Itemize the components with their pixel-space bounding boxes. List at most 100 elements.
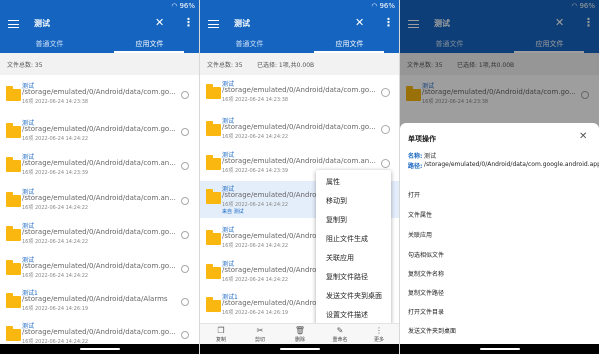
- folder-icon: [206, 189, 221, 204]
- folder-icon: [6, 293, 21, 308]
- list-item[interactable]: 测试 /storage/emulated/0/Android/data/com.…: [0, 78, 199, 115]
- folder-icon: [206, 297, 221, 312]
- action-check-similar[interactable]: 勾选相似文件: [408, 250, 444, 259]
- close-icon[interactable]: ✕: [355, 16, 364, 30]
- tab-app-files[interactable]: 应用文件: [100, 39, 199, 49]
- system-nav-bar: [400, 344, 599, 354]
- item-meta: 16项 2022-06-24 14:24:22: [22, 239, 89, 245]
- delete-button[interactable]: 🗑 删除: [285, 326, 315, 343]
- folder-icon: [6, 226, 21, 241]
- select-radio[interactable]: [381, 125, 390, 134]
- list-item[interactable]: 测试 /storage/emulated/0/Android/data/com.…: [0, 184, 199, 221]
- copy-button[interactable]: ❐ 复制: [206, 326, 236, 343]
- tab-normal-files[interactable]: 普通文件: [200, 39, 299, 49]
- action-send-to-desktop[interactable]: 发送文件夹到桌面: [408, 326, 456, 335]
- select-radio[interactable]: [381, 159, 390, 168]
- wifi-icon: ◠: [171, 2, 178, 10]
- search-text[interactable]: 测试: [34, 18, 50, 29]
- list-item[interactable]: 测试 /storage/emulated/0/Android/data/com.…: [200, 113, 399, 150]
- bottom-action-bar: ❐ 复制 ✂ 剪切 🗑 删除 ✎ 重命名 ⋮ 更多: [200, 323, 399, 344]
- select-radio[interactable]: [181, 265, 189, 273]
- cut-button[interactable]: ✂ 剪切: [245, 326, 275, 343]
- menu-item-copy-to[interactable]: 复制到: [326, 215, 347, 225]
- folder-icon: [6, 86, 21, 101]
- name-value: 测试: [424, 153, 437, 160]
- item-meta: 16项 2022-06-24 14:23:39: [22, 170, 89, 176]
- tab-app-files[interactable]: 应用文件: [300, 39, 399, 49]
- folder-icon: [206, 155, 221, 170]
- action-open[interactable]: 打开: [408, 190, 420, 199]
- menu-item-set-description[interactable]: 设置文件描述: [326, 310, 368, 320]
- menu-item-properties[interactable]: 属性: [326, 177, 340, 187]
- menu-icon[interactable]: [208, 20, 219, 28]
- item-meta: 16项 2022-06-24 14:24:22: [22, 205, 89, 211]
- status-bar: ◠ 96%: [200, 0, 399, 13]
- menu-item-send-to-desktop[interactable]: 发送文件夹到桌面: [326, 291, 382, 301]
- item-meta: 16项 2022-06-24 14:23:38: [22, 99, 89, 105]
- item-path: /storage/emulated/0/Android/data/com.go.…: [222, 123, 376, 131]
- panel-single-actions: ◠ 96% 测试 ✕ ⋮ 普通文件 应用文件 文件总数: 35 已选择: 1项,…: [400, 0, 599, 354]
- list-item[interactable]: 测试 /storage/emulated/0/Android/data/com.…: [0, 115, 199, 152]
- status-icons: ◠ 96%: [171, 2, 195, 10]
- action-copy-name[interactable]: 复制文件名称: [408, 269, 444, 278]
- menu-icon[interactable]: [8, 20, 19, 28]
- path-value: /storage/emulated/0/Android/data/com.goo…: [424, 161, 599, 168]
- panel-selection-menu: ◠ 96% 测试 ✕ ⋮ 普通文件 应用文件 文件总数: 35 已选择: 1项,…: [200, 0, 399, 354]
- item-path: /storage/emulated/0/Android/data/com.an.…: [222, 157, 376, 165]
- menu-item-move-to[interactable]: 移动到: [326, 196, 347, 206]
- status-icons: ◠ 96%: [371, 2, 395, 10]
- select-radio[interactable]: [181, 128, 189, 136]
- action-file-properties[interactable]: 文件属性: [408, 210, 432, 219]
- more-button[interactable]: ⋮ 更多: [364, 326, 394, 343]
- home-indicator[interactable]: [280, 348, 320, 350]
- select-radio[interactable]: [181, 162, 189, 170]
- folder-icon: [6, 157, 21, 172]
- select-radio[interactable]: [181, 331, 189, 339]
- more-icon[interactable]: ⋮: [183, 16, 194, 30]
- rename-button[interactable]: ✎ 重命名: [325, 326, 355, 343]
- select-radio[interactable]: [381, 88, 390, 97]
- close-icon[interactable]: ✕: [155, 16, 164, 30]
- item-meta: 16项 2022-06-24 14:24:22: [222, 243, 289, 249]
- name-key: 名称:: [408, 153, 423, 160]
- select-radio[interactable]: [181, 298, 189, 306]
- path-key: 路径:: [408, 163, 423, 170]
- menu-item-copy-path[interactable]: 复制文件路径: [326, 272, 368, 282]
- folder-icon: [6, 192, 21, 207]
- action-copy-path[interactable]: 复制文件路径: [408, 288, 444, 297]
- folder-icon: [206, 264, 221, 279]
- select-radio[interactable]: [181, 197, 189, 205]
- home-indicator[interactable]: [80, 348, 120, 350]
- item-meta: 16项 2022-06-24 14:24:22: [222, 202, 289, 208]
- item-path: /storage/emulated/0/Android/data/com.an.…: [22, 159, 176, 167]
- list-item[interactable]: 测试 /storage/emulated/0/Android/data/com.…: [200, 76, 399, 113]
- status-bar: ◠ 96%: [0, 0, 199, 13]
- tab-normal-files[interactable]: 普通文件: [0, 39, 99, 49]
- menu-item-associate-app[interactable]: 关联应用: [326, 253, 354, 263]
- list-item[interactable]: 测试 /storage/emulated/0/Android/data/com.…: [0, 149, 199, 186]
- item-meta: 16项 2022-06-24 14:24:22: [222, 277, 289, 283]
- pencil-icon: ✎: [336, 326, 344, 335]
- close-icon[interactable]: ✕: [579, 131, 587, 142]
- menu-item-block-generation[interactable]: 阻止文件生成: [326, 234, 368, 244]
- item-meta: 16项 2022-06-24 14:23:38: [222, 97, 289, 103]
- home-indicator[interactable]: [480, 348, 520, 350]
- file-count: 文件总数: 35: [207, 62, 243, 69]
- search-text[interactable]: 测试: [234, 18, 250, 29]
- folder-icon: [206, 121, 221, 136]
- list-item[interactable]: 测试 /storage/emulated/0/Android/data/com.…: [0, 218, 199, 255]
- list-item[interactable]: 测试1 /storage/emulated/0/Android/data/Ala…: [0, 285, 199, 322]
- file-count: 文件总数: 35: [7, 62, 43, 69]
- action-associate-app[interactable]: 关联应用: [408, 230, 432, 239]
- item-path: /storage/emulated/0/Android/data/com.go.…: [22, 228, 176, 236]
- item-path: /storage/emulated/0/Android/data/com.go.…: [22, 328, 176, 336]
- action-open-directory[interactable]: 打开文件目录: [408, 307, 444, 316]
- tabs: 普通文件 应用文件: [200, 35, 399, 53]
- more-icon[interactable]: ⋮: [383, 16, 394, 30]
- item-path: /storage/emulated/0/Android/data/Alarms: [22, 295, 168, 303]
- list-item[interactable]: 测试 /storage/emulated/0/Android/data/com.…: [0, 252, 199, 289]
- select-radio[interactable]: [181, 91, 189, 99]
- delete-label: 删除: [294, 337, 305, 343]
- select-radio[interactable]: [181, 231, 189, 239]
- folder-icon: [206, 230, 221, 245]
